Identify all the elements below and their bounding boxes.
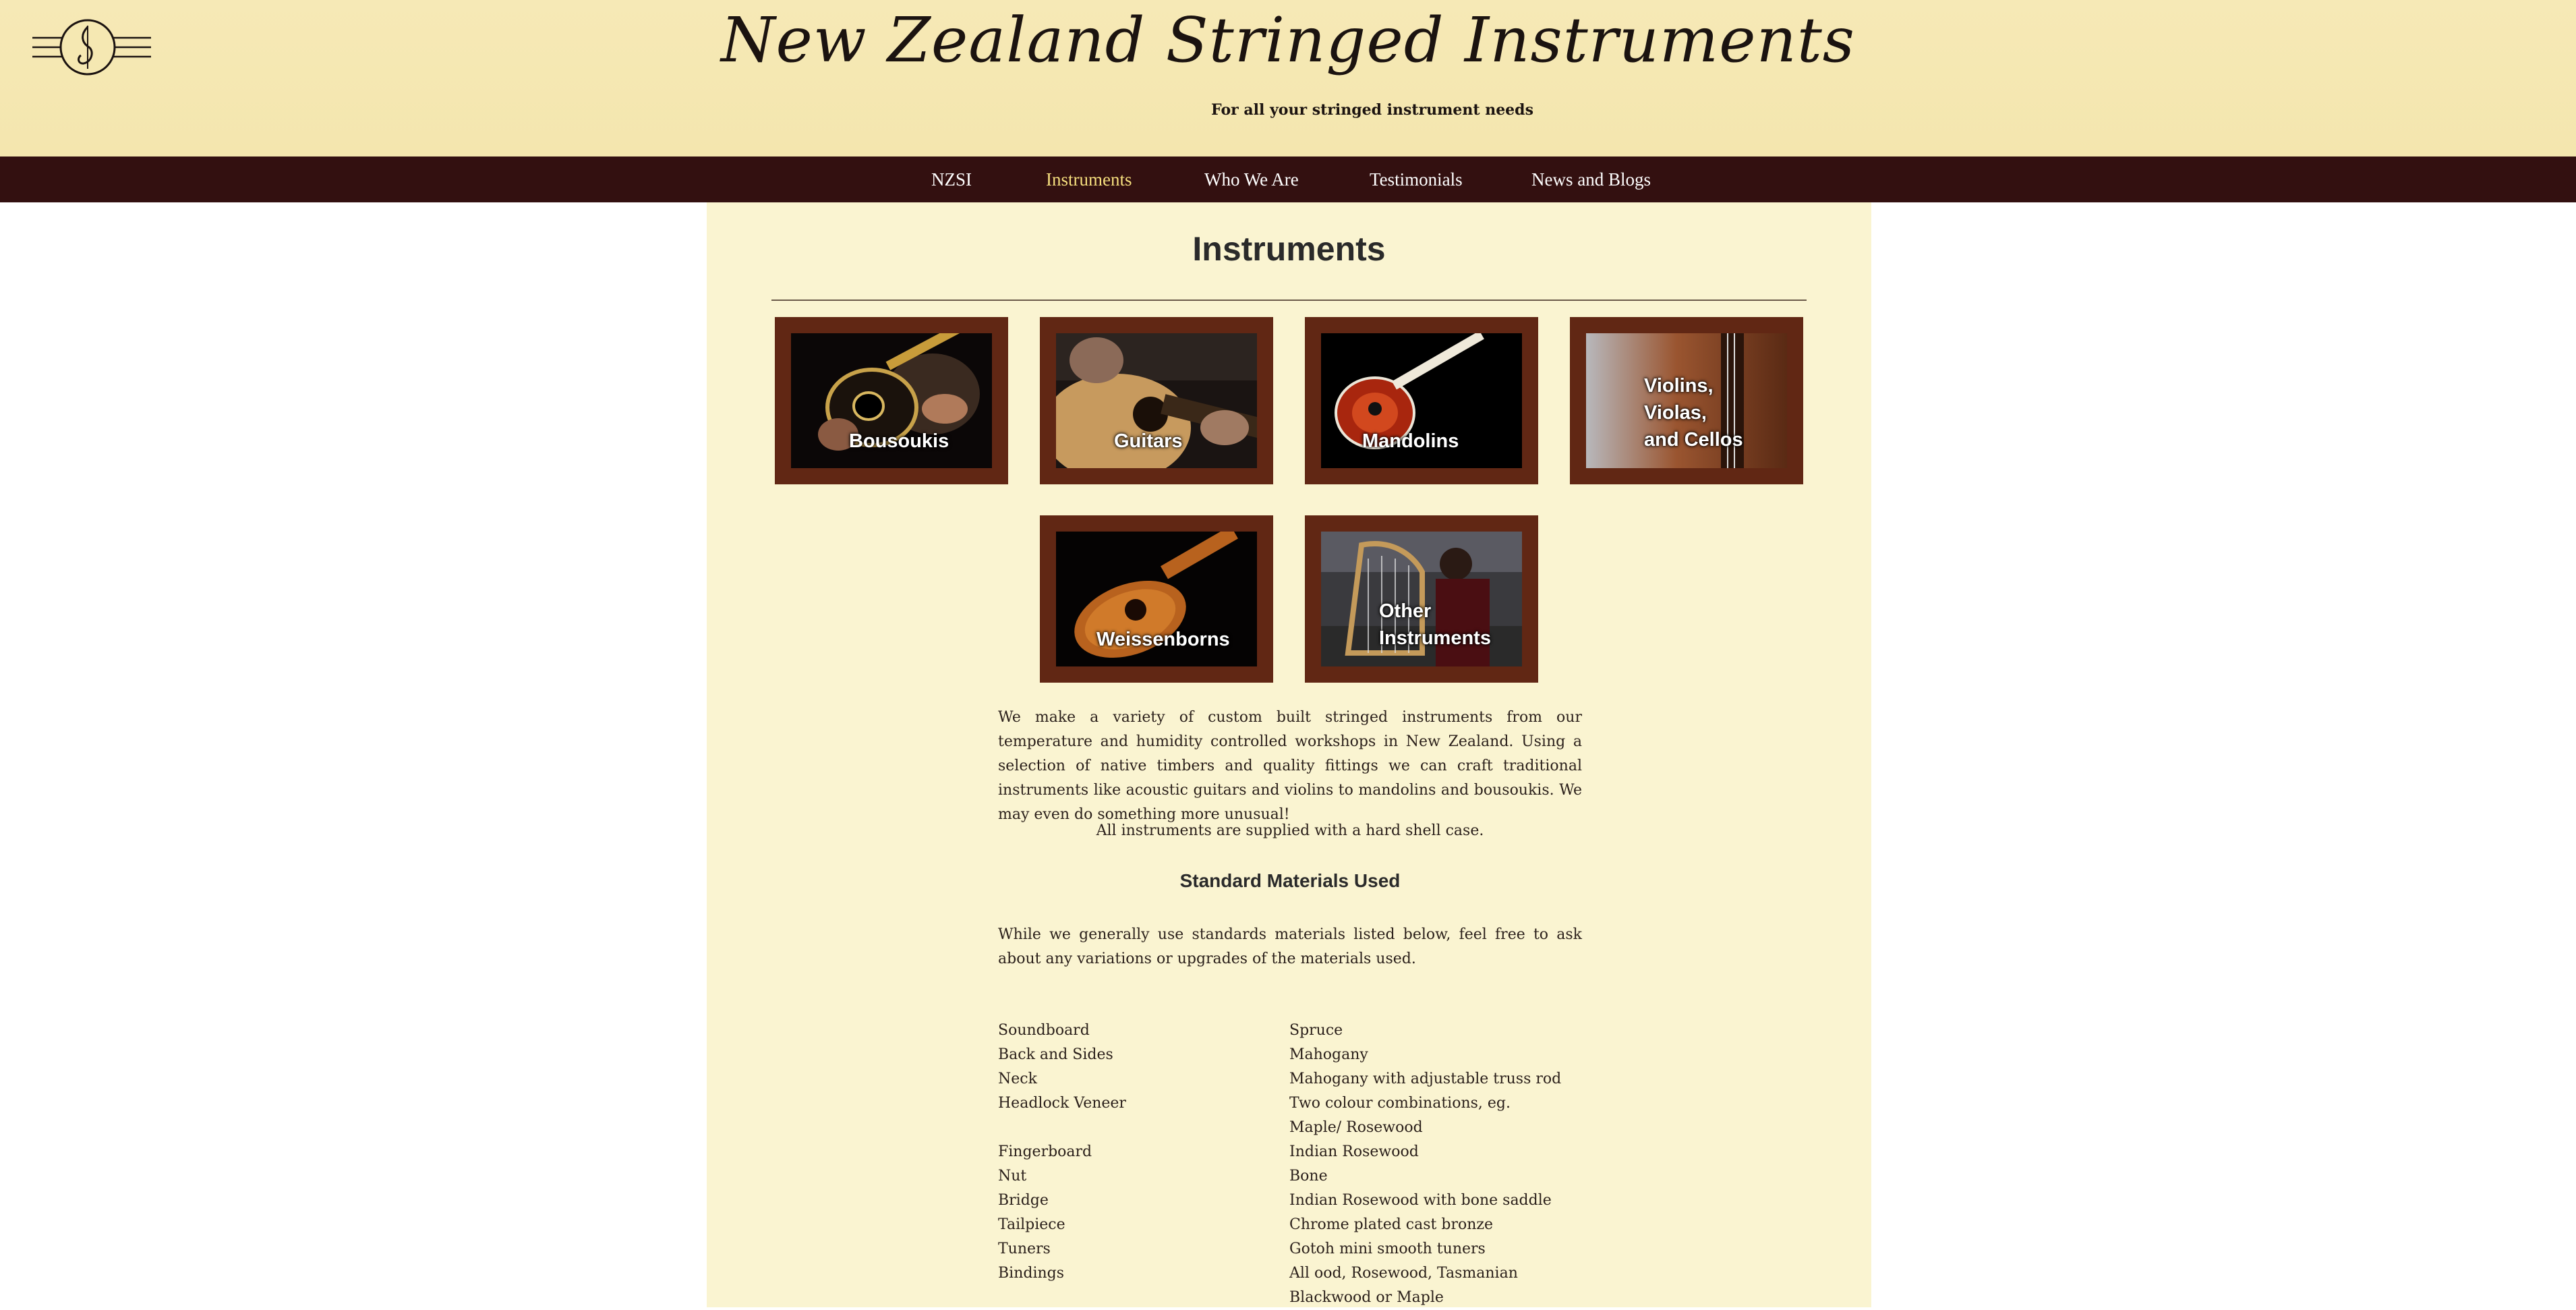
- nav-item-nzsi[interactable]: NZSI: [931, 156, 972, 202]
- material-part: Tailpiece: [998, 1216, 1065, 1233]
- tile-label-line-1: Other: [1379, 600, 1432, 622]
- tile-label-line-1: Violins,: [1644, 375, 1714, 397]
- intro-paragraph: We make a variety of custom built string…: [998, 709, 1582, 823]
- tile-label-line-2: Violas,: [1644, 402, 1707, 424]
- material-value: Spruce: [1289, 1022, 1343, 1039]
- material-value: Bone: [1289, 1168, 1328, 1185]
- material-value: Two colour combinations, eg. Maple/ Rose…: [1289, 1095, 1511, 1136]
- material-part: Fingerboard: [998, 1143, 1092, 1160]
- nav-item-testimonials[interactable]: Testimonials: [1370, 156, 1463, 202]
- material-part: Tuners: [998, 1241, 1051, 1257]
- tile-mandolins[interactable]: Mandolins: [1305, 317, 1538, 484]
- material-value: Mahogany with adjustable truss rod: [1289, 1071, 1562, 1087]
- material-value: All ood, Rosewood, Tasmanian Blackwood o…: [1289, 1265, 1518, 1306]
- tile-other-instruments[interactable]: Other Instruments: [1305, 515, 1538, 683]
- site-tagline: For all your stringed instrument needs: [1211, 101, 1533, 119]
- tile-label: Weissenborns: [1096, 629, 1230, 650]
- material-part: Bindings: [998, 1265, 1065, 1282]
- material-part: Bridge: [998, 1192, 1049, 1209]
- nav-item-who-we-are[interactable]: Who We Are: [1204, 156, 1299, 202]
- tile-bousoukis[interactable]: Bousoukis: [775, 317, 1008, 484]
- site-header: New Zealand Stringed Instruments For all…: [0, 0, 2576, 156]
- material-part: Neck: [998, 1071, 1037, 1087]
- material-part: Headlock Veneer: [998, 1095, 1126, 1112]
- material-value: Chrome plated cast bronze: [1289, 1216, 1493, 1233]
- tile-weissenborns[interactable]: Weissenborns: [1040, 515, 1273, 683]
- tile-guitars[interactable]: Guitars: [1040, 317, 1273, 484]
- tile-violins-violas-cellos[interactable]: Violins, Violas, and Cellos: [1570, 317, 1803, 484]
- title-divider: [771, 300, 1807, 301]
- material-part: Back and Sides: [998, 1046, 1113, 1063]
- tile-label: Bousoukis: [849, 430, 949, 452]
- content-panel: Instruments Bousoukis Guitars Mandolins …: [707, 202, 1871, 1307]
- nav-item-instruments[interactable]: Instruments: [1046, 156, 1132, 202]
- case-note: All instruments are supplied with a hard…: [1096, 822, 1484, 839]
- material-value: Mahogany: [1289, 1046, 1368, 1063]
- materials-heading: Standard Materials Used: [1179, 870, 1401, 891]
- materials-intro: While we generally use standards materia…: [998, 926, 1582, 967]
- main-nav: NZSI Instruments Who We Are Testimonials…: [0, 156, 2576, 202]
- site-title: New Zealand Stringed Instruments: [720, 4, 1856, 76]
- tile-label-line-2: Instruments: [1379, 627, 1491, 649]
- material-value: Indian Rosewood with bone saddle: [1289, 1192, 1552, 1209]
- tile-label-line-3: and Cellos: [1644, 429, 1743, 451]
- nav-item-news-and-blogs[interactable]: News and Blogs: [1531, 156, 1651, 202]
- material-part: Nut: [998, 1168, 1027, 1185]
- material-value: Gotoh mini smooth tuners: [1289, 1241, 1486, 1257]
- page-title: Instruments: [1192, 230, 1386, 268]
- material-part: Soundboard: [998, 1022, 1090, 1039]
- tile-label: Guitars: [1114, 430, 1183, 452]
- tile-label: Mandolins: [1362, 430, 1459, 452]
- material-value: Indian Rosewood: [1289, 1143, 1419, 1160]
